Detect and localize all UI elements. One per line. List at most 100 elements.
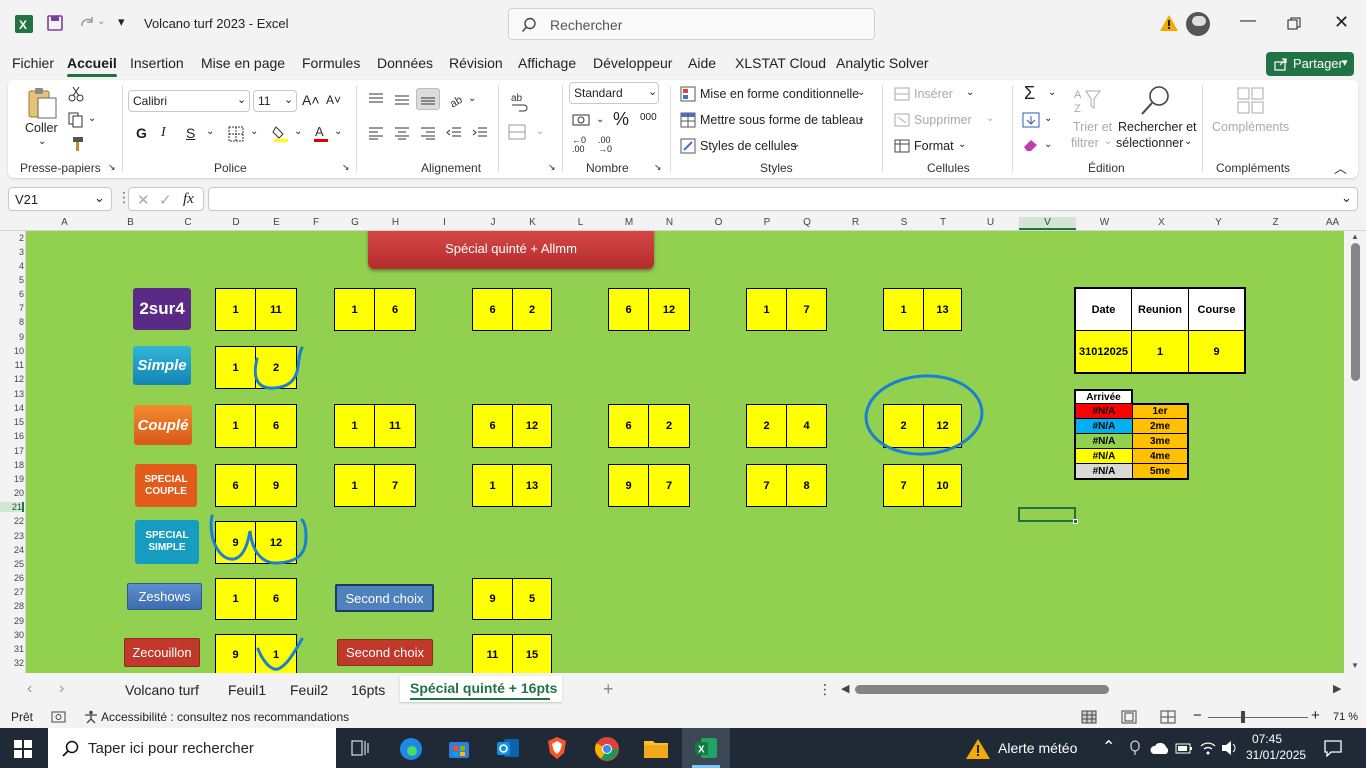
col-header[interactable]: H [375, 217, 416, 228]
copy-icon[interactable] [68, 112, 84, 128]
table-format-dropdown-icon[interactable]: ⌄ [857, 113, 865, 124]
format-dropdown-icon[interactable]: ⌄ [958, 139, 966, 150]
weather-label[interactable]: Alerte météo [998, 740, 1077, 756]
bold-button[interactable]: G [136, 125, 147, 141]
minimize-icon[interactable]: — [1240, 12, 1256, 30]
row-header[interactable]: 14 [0, 403, 24, 413]
tab-analytic-solver[interactable]: Analytic Solver [836, 55, 929, 71]
fill-down-icon[interactable] [1022, 112, 1040, 128]
copy-dropdown-icon[interactable]: ⌄ [88, 113, 96, 124]
accounting-format-icon[interactable] [572, 112, 592, 128]
borders-dropdown-icon[interactable]: ⌄ [250, 126, 258, 137]
clear-dropdown-icon[interactable]: ⌄ [1044, 139, 1052, 150]
quick-access-dropdown-icon[interactable]: ▾ [118, 14, 125, 30]
row-header[interactable]: 15 [0, 417, 24, 427]
row-header[interactable]: 2 [0, 233, 24, 243]
decrease-indent-icon[interactable] [446, 126, 462, 140]
meet-now-icon[interactable] [1127, 740, 1143, 756]
row-header[interactable]: 26 [0, 573, 24, 583]
row-header[interactable]: 10 [0, 346, 24, 356]
increase-font-icon[interactable]: A˄ [302, 92, 320, 108]
vertical-scrollbar[interactable]: ▲ ▼ [1346, 231, 1366, 673]
paste-dropdown-icon[interactable]: ⌄ [38, 136, 46, 147]
normal-view-icon[interactable] [1081, 710, 1097, 724]
font-name-select[interactable]: Calibri ⌄ [128, 90, 250, 112]
zoom-slider-thumb[interactable] [1241, 711, 1245, 723]
edge-icon[interactable] [398, 736, 424, 762]
sort-filter-dropdown-icon[interactable]: ⌄ [1104, 136, 1112, 147]
tab-donnees[interactable]: Données [377, 55, 433, 71]
col-header[interactable]: J [473, 217, 513, 228]
tab-split-handle-icon[interactable]: ⋮ [818, 681, 832, 698]
find-select-label-1[interactable]: Rechercher et [1118, 120, 1197, 134]
wifi-icon[interactable] [1199, 740, 1217, 756]
weather-alert-icon[interactable] [965, 738, 991, 760]
row-header[interactable]: 13 [0, 389, 24, 399]
row-header[interactable]: 19 [0, 474, 24, 484]
autosum-icon[interactable]: Σ [1024, 83, 1035, 104]
tab-mise-en-page[interactable]: Mise en page [201, 55, 285, 71]
col-header[interactable]: N [649, 217, 690, 228]
tab-aide[interactable]: Aide [688, 55, 716, 71]
worksheet-grid[interactable]: Spécial quinté + Allmm 2sur4 Simple Coup… [26, 231, 1344, 673]
row-header[interactable]: 3 [0, 247, 24, 257]
row-header[interactable]: 24 [0, 545, 24, 555]
sheet-tab-volcano-turf[interactable]: Volcano turf [125, 682, 199, 698]
insert-dropdown-icon[interactable]: ⌄ [966, 87, 974, 98]
row-header[interactable]: 11 [0, 360, 24, 370]
decrease-font-icon[interactable]: A˅ [326, 93, 341, 107]
row-header[interactable]: 30 [0, 630, 24, 640]
align-top-icon[interactable] [368, 92, 384, 106]
formula-input[interactable]: ⌄ [208, 187, 1358, 211]
search-box[interactable]: Rechercher [508, 8, 875, 40]
sort-filter-label-1[interactable]: Trier et [1073, 120, 1112, 134]
sheet-tab-active[interactable]: Spécial quinté + 16pts [400, 676, 562, 702]
number-launcher-icon[interactable]: ↘ [654, 162, 662, 173]
row-header[interactable]: 9 [0, 332, 24, 342]
sheet-tab-feuil2[interactable]: Feuil2 [290, 682, 328, 698]
row-header[interactable]: 32 [0, 658, 24, 668]
underline-dropdown-icon[interactable]: ⌄ [206, 126, 214, 137]
wrap-text-icon[interactable]: ab [510, 92, 528, 112]
battery-plug-icon[interactable] [1175, 740, 1193, 756]
col-header[interactable]: B [101, 217, 160, 228]
page-break-view-icon[interactable] [1160, 710, 1176, 724]
format-cells-icon[interactable] [894, 139, 910, 153]
tab-accueil[interactable]: Accueil [67, 55, 117, 77]
tab-developpeur[interactable]: Développeur [593, 55, 672, 71]
alignment-launcher-icon[interactable]: ↘ [548, 162, 556, 173]
warning-icon[interactable] [1159, 14, 1179, 32]
tab-revision[interactable]: Révision [449, 55, 503, 71]
format-label[interactable]: Format [914, 139, 954, 153]
share-button[interactable]: Partager ▾ [1266, 52, 1354, 76]
row-header[interactable]: 22 [0, 516, 24, 526]
task-view-icon[interactable] [351, 740, 369, 756]
insert-function-icon[interactable]: fx [183, 191, 194, 208]
tab-fichier[interactable]: Fichier [12, 55, 54, 71]
decrease-decimal-icon[interactable]: .00 →0 [598, 136, 612, 154]
underline-button[interactable]: S [186, 125, 195, 141]
taskbar-search[interactable]: Taper ici pour rechercher [48, 728, 336, 768]
outlook-icon[interactable] [496, 736, 520, 760]
formula-expand-icon[interactable]: ⌄ [1341, 190, 1352, 206]
add-sheet-icon[interactable]: + [603, 679, 614, 700]
fill-dropdown-icon[interactable]: ⌄ [1044, 113, 1052, 124]
macro-record-icon[interactable] [51, 710, 66, 724]
find-select-dropdown-icon[interactable]: ⌄ [1184, 136, 1192, 147]
thousands-separator-icon[interactable]: 000 [640, 112, 657, 123]
cancel-entry-icon[interactable]: ✕ [137, 191, 150, 209]
cell-styles-icon[interactable] [680, 138, 696, 154]
row-header[interactable]: 8 [0, 317, 24, 327]
conditional-format-dropdown-icon[interactable]: ⌄ [857, 87, 865, 98]
row-header[interactable]: 31 [0, 644, 24, 654]
row-header[interactable]: 5 [0, 275, 24, 285]
row-header[interactable]: 29 [0, 616, 24, 626]
sort-filter-icon[interactable]: AZ [1072, 86, 1102, 116]
orientation-icon[interactable]: ab [448, 92, 466, 108]
col-header[interactable]: U [962, 217, 1019, 228]
col-header[interactable]: Y [1190, 217, 1247, 228]
col-header[interactable]: T [924, 217, 962, 228]
next-sheet-icon[interactable]: › [59, 680, 64, 698]
store-icon[interactable] [447, 736, 471, 760]
chrome-icon[interactable] [594, 736, 620, 762]
